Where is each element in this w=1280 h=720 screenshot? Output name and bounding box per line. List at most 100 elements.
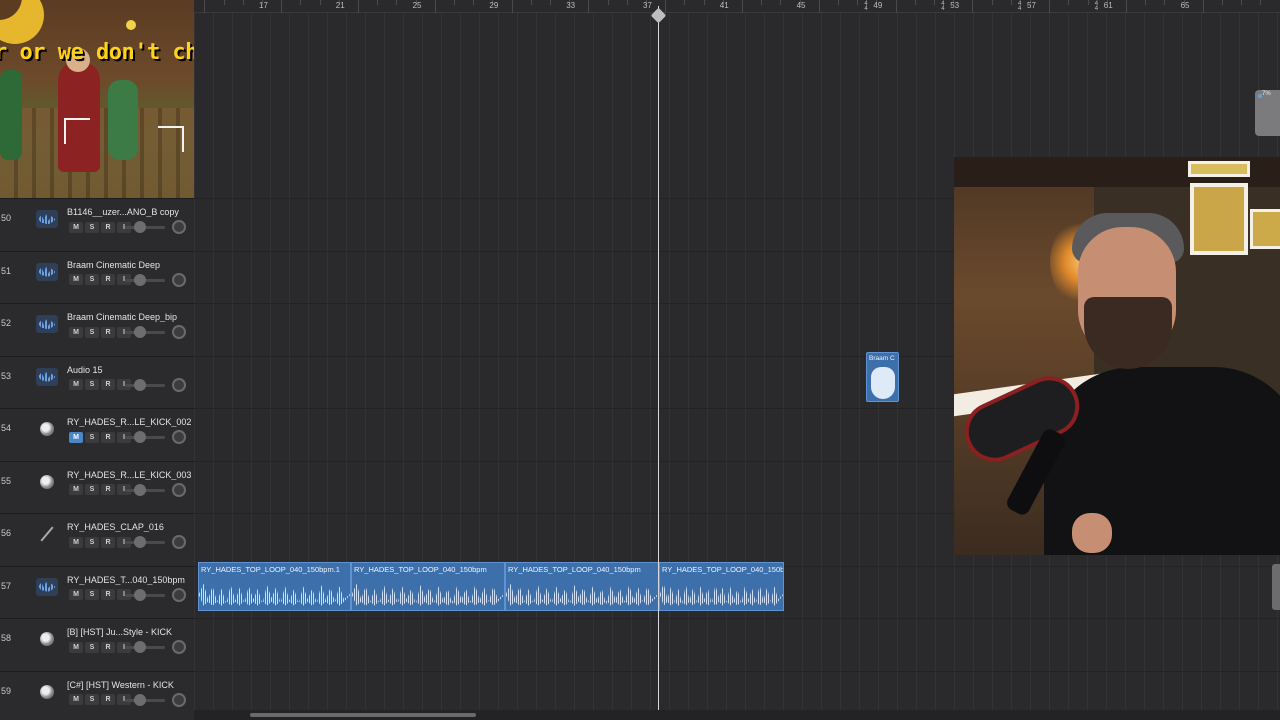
mute-button[interactable]: M — [69, 641, 83, 653]
ruler-tick — [358, 0, 359, 13]
ruler-tick — [991, 0, 993, 5]
ruler-tick — [588, 0, 590, 13]
record-enable-button[interactable]: R — [101, 641, 115, 653]
volume-slider-knob[interactable] — [134, 693, 146, 706]
horizontal-scrollbar-thumb[interactable] — [250, 713, 476, 717]
pan-knob[interactable] — [172, 325, 186, 339]
track-header[interactable]: 53 Audio 15 M S R I — [0, 355, 194, 408]
pan-knob[interactable] — [172, 692, 186, 707]
track-name[interactable]: Audio 15 — [67, 365, 191, 375]
ruler-tick — [780, 0, 782, 5]
track-name[interactable]: RY_HADES_R...LE_KICK_002 — [67, 417, 191, 427]
ruler-tick — [857, 0, 859, 5]
edge-region[interactable] — [1272, 564, 1280, 610]
mute-button[interactable]: M — [69, 589, 83, 600]
pan-knob[interactable] — [172, 377, 186, 392]
volume-slider-knob[interactable] — [134, 483, 146, 496]
mute-button[interactable]: M — [69, 221, 83, 233]
ruler-tick — [665, 0, 667, 13]
wall-frame — [1250, 209, 1280, 249]
region-waveform — [199, 583, 350, 606]
track-name[interactable]: Braam Cinematic Deep — [67, 260, 191, 270]
pan-knob[interactable] — [172, 535, 186, 549]
solo-button[interactable]: S — [85, 536, 99, 548]
ruler-tick — [703, 0, 705, 5]
track-controls: MSRI — [69, 536, 131, 548]
bar-ruler[interactable]: 17 21 25 29 33 37 41 45 49 53 57 61 65 4 4 4 4 4 4 4 4 — [194, 0, 1280, 13]
solo-button[interactable]: S — [85, 379, 99, 390]
volume-slider-knob[interactable] — [134, 326, 146, 338]
mute-button[interactable]: M — [69, 694, 83, 705]
track-name[interactable]: RY_HADES_R...LE_KICK_003 — [67, 470, 191, 480]
solo-button[interactable]: S — [85, 431, 99, 443]
solo-button[interactable]: S — [85, 641, 99, 653]
pan-knob[interactable] — [172, 430, 186, 444]
volume-slider-knob[interactable] — [134, 431, 146, 443]
mute-button[interactable]: M — [69, 274, 83, 285]
record-enable-button[interactable]: R — [101, 431, 115, 443]
solo-button[interactable]: S — [85, 221, 99, 233]
track-header[interactable]: 50 B1146__uzer...ANO_B copy M S R I — [0, 198, 194, 250]
track-name[interactable]: RY_HADES_T...040_150bpm — [67, 575, 191, 585]
solo-button[interactable]: S — [85, 589, 99, 600]
ruler-tick — [377, 0, 379, 5]
person-beard — [1084, 297, 1172, 369]
pan-knob[interactable] — [172, 640, 186, 654]
record-enable-button[interactable]: R — [101, 221, 115, 233]
ruler-tick — [1010, 0, 1012, 5]
solo-button[interactable]: S — [85, 484, 99, 495]
track-controls: MSRI — [69, 221, 131, 233]
audio-region[interactable]: RY_HADES_TOP_LOOP_040_150b — [659, 562, 784, 611]
solo-button[interactable]: S — [85, 274, 99, 285]
record-enable-button[interactable]: R — [101, 536, 115, 548]
pan-knob[interactable] — [172, 220, 186, 234]
track-header[interactable]: 59 [C#] [HST] Western - KICK M S R I — [0, 670, 194, 720]
record-enable-button[interactable]: R — [101, 274, 115, 285]
record-enable-button[interactable]: R — [101, 694, 115, 705]
track-header[interactable]: 54 RY_HADES_R...LE_KICK_002 M S R I — [0, 408, 194, 460]
volume-slider-knob[interactable] — [134, 378, 146, 391]
mute-button[interactable]: M — [69, 379, 83, 390]
mute-button[interactable]: M — [69, 431, 83, 443]
drumstick-icon — [36, 525, 58, 543]
mute-button[interactable]: M — [69, 326, 83, 338]
volume-slider-knob[interactable] — [134, 641, 146, 653]
webcam-overlay — [954, 157, 1280, 555]
audio-region[interactable]: RY_HADES_TOP_LOOP_040_150bpm — [505, 562, 659, 611]
track-name[interactable]: [B] [HST] Ju...Style - KICK — [67, 627, 191, 637]
track-header[interactable]: 55 RY_HADES_R...LE_KICK_003 M S R I — [0, 460, 194, 513]
volume-slider-knob[interactable] — [134, 221, 146, 233]
track-header[interactable]: 56 RY_HADES_CLAP_016 M S R I — [0, 513, 194, 565]
solo-button[interactable]: S — [85, 326, 99, 338]
track-header[interactable]: 52 Braam Cinematic Deep_bip M S R I — [0, 303, 194, 355]
pan-knob[interactable] — [172, 482, 186, 497]
audio-region[interactable]: RY_HADES_TOP_LOOP_040_150bpm — [351, 562, 505, 611]
playhead-line[interactable] — [658, 6, 659, 710]
record-enable-button[interactable]: R — [101, 484, 115, 495]
track-header[interactable]: 57 RY_HADES_T...040_150bpm M S R I — [0, 565, 194, 618]
pan-knob[interactable] — [172, 587, 186, 602]
braam-region[interactable]: Braam C — [866, 352, 899, 402]
volume-slider-knob[interactable] — [134, 588, 146, 601]
pan-knob[interactable] — [172, 272, 186, 287]
mute-button[interactable]: M — [69, 536, 83, 548]
solo-button[interactable]: S — [85, 694, 99, 705]
track-number: 50 — [1, 213, 12, 223]
audio-region[interactable]: RY_HADES_TOP_LOOP_040_150bpm.1 — [198, 562, 351, 611]
region-name: RY_HADES_TOP_LOOP_040_150bpm — [354, 565, 487, 574]
record-enable-button[interactable]: R — [101, 379, 115, 390]
volume-slider-knob[interactable] — [134, 536, 146, 548]
record-enable-button[interactable]: R — [101, 589, 115, 600]
track-name[interactable]: [C#] [HST] Western - KICK — [67, 680, 191, 690]
volume-slider-knob[interactable] — [134, 273, 146, 286]
track-header[interactable]: 58 [B] [HST] Ju...Style - KICK M S R I — [0, 618, 194, 670]
track-header[interactable]: 51 Braam Cinematic Deep M S R I — [0, 250, 194, 303]
track-number: 58 — [1, 633, 12, 643]
track-name[interactable]: B1146__uzer...ANO_B copy — [67, 207, 191, 217]
mute-button[interactable]: M — [69, 484, 83, 495]
track-name[interactable]: RY_HADES_CLAP_016 — [67, 522, 191, 532]
record-enable-button[interactable]: R — [101, 326, 115, 338]
coin-graphic — [126, 20, 136, 30]
time-signature-denominator: 4 — [1018, 6, 1022, 12]
track-name[interactable]: Braam Cinematic Deep_bip — [67, 312, 191, 322]
